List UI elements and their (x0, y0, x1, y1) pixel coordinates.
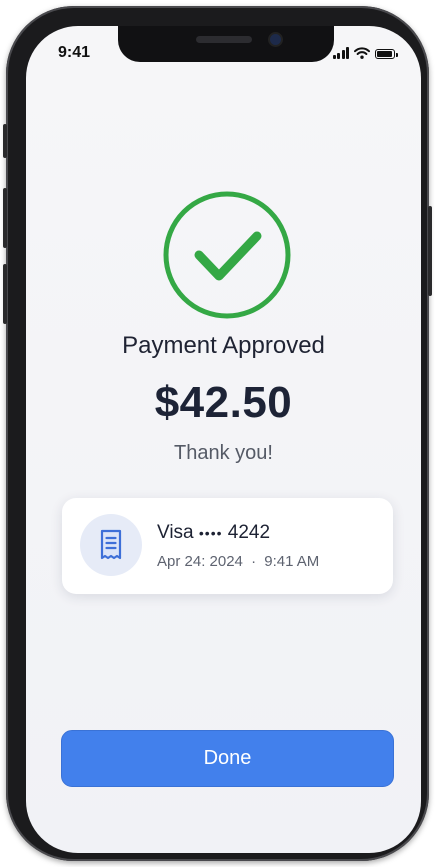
card-info: Visa •••• 4242 (157, 522, 270, 544)
thank-you-message: Thank you! (174, 442, 273, 464)
screen: 9:41 Payment Approved $42.50 Thank you! (26, 26, 421, 853)
card-brand: Visa (157, 522, 194, 543)
status-icons (332, 47, 398, 59)
masked-digits: •••• (198, 525, 223, 541)
transaction-time: 9:41 AM (264, 553, 320, 570)
status-title: Payment Approved (122, 332, 325, 359)
transaction-date: Apr 24: 2024 (157, 553, 243, 570)
success-check-icon (162, 190, 292, 320)
payment-details-card: Visa •••• 4242 Apr 24: 2024 · 9:41 AM (62, 498, 393, 594)
payment-amount: $42.50 (154, 378, 293, 427)
receipt-icon (80, 514, 142, 576)
speaker-grille (196, 36, 252, 43)
volume-up-button (3, 188, 7, 248)
signal-icon (332, 47, 349, 59)
transaction-datetime: Apr 24: 2024 · 9:41 AM (157, 553, 319, 570)
volume-down-button (3, 264, 7, 324)
wifi-icon (354, 47, 370, 59)
phone-frame: 9:41 Payment Approved $42.50 Thank you! (3, 6, 432, 861)
datetime-separator: · (251, 553, 257, 570)
silent-switch (3, 124, 7, 158)
battery-icon (375, 49, 398, 59)
done-button[interactable]: Done (61, 730, 394, 787)
front-camera (270, 34, 281, 45)
card-last-four: 4242 (227, 522, 271, 543)
status-time: 9:41 (58, 44, 91, 61)
notch (118, 26, 334, 62)
power-button (428, 206, 432, 296)
